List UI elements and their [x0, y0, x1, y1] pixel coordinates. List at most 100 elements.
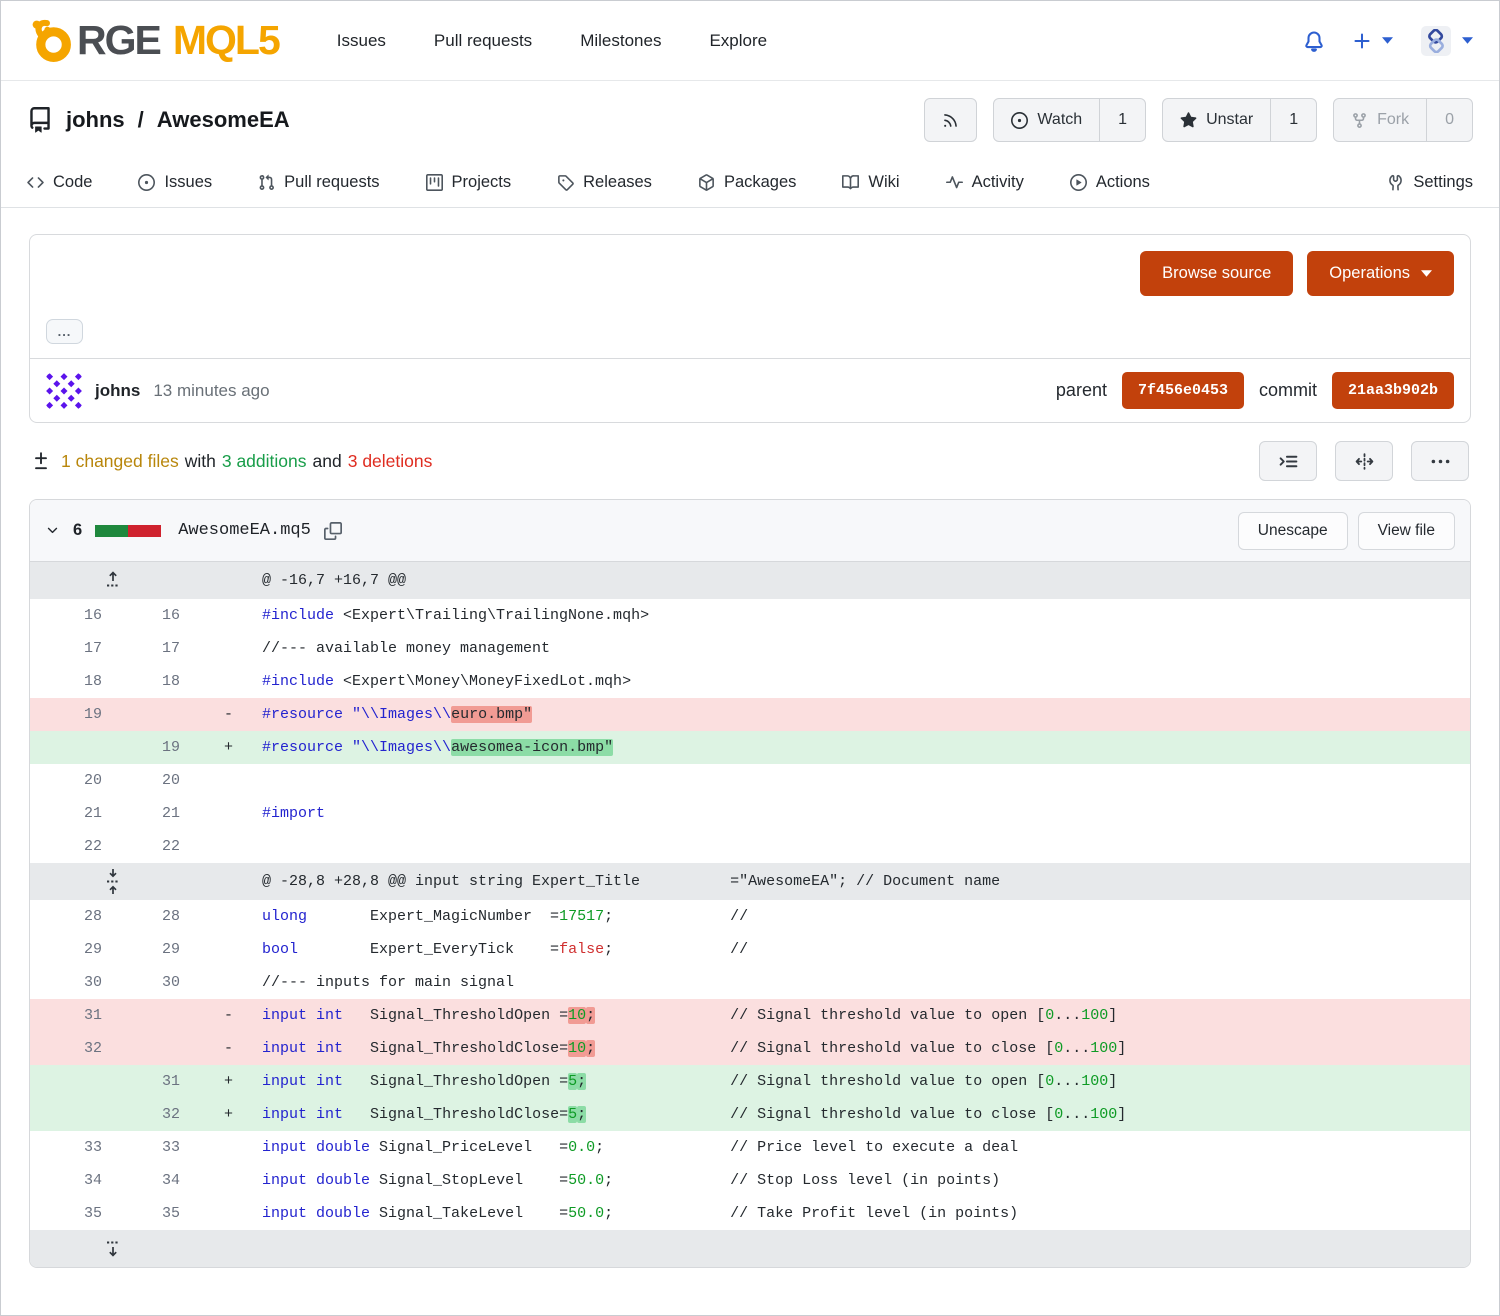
- rss-button[interactable]: [924, 98, 977, 142]
- new-line-number[interactable]: 16: [118, 607, 196, 624]
- repo-name-link[interactable]: AwesomeEA: [157, 107, 290, 133]
- nav-milestones[interactable]: Milestones: [580, 31, 661, 51]
- fork-icon: [1351, 112, 1368, 129]
- new-line-number[interactable]: 17: [118, 640, 196, 657]
- repo-owner-link[interactable]: johns: [66, 107, 125, 133]
- user-avatar[interactable]: [1421, 26, 1451, 56]
- watch-button[interactable]: Watch1: [993, 98, 1146, 142]
- unstar-button-main[interactable]: Unstar: [1163, 99, 1270, 141]
- old-line-number[interactable]: 18: [30, 673, 118, 690]
- rss-button-main[interactable]: [925, 99, 976, 141]
- repo-separator: /: [138, 107, 144, 133]
- file-actions: Unescape View file: [1238, 512, 1455, 550]
- user-menu[interactable]: [1421, 26, 1473, 56]
- watch-button-main[interactable]: Watch: [994, 99, 1099, 141]
- changed-files-link[interactable]: 1 changed files: [61, 451, 179, 472]
- chevron-down-icon: [1421, 270, 1432, 277]
- tab-settings[interactable]: Settings: [1387, 173, 1473, 192]
- fork-button-count[interactable]: 0: [1426, 99, 1472, 141]
- nav-explore[interactable]: Explore: [709, 31, 767, 51]
- kebab-icon: [1431, 452, 1450, 471]
- diff-line: 32+input int Signal_ThresholdClose=5; //…: [30, 1098, 1470, 1131]
- notifications-bell-icon[interactable]: [1303, 30, 1325, 52]
- author-avatar[interactable]: [46, 373, 82, 409]
- diff-view-toggle-button[interactable]: [1335, 441, 1393, 481]
- unstar-button[interactable]: Unstar1: [1162, 98, 1317, 142]
- forge-logo[interactable]: RGE MQL5: [27, 17, 279, 64]
- tab-packages[interactable]: Packages: [698, 173, 796, 192]
- author-name-link[interactable]: johns: [95, 381, 140, 401]
- old-line-number[interactable]: 17: [30, 640, 118, 657]
- code-line: ulong Expert_MagicNumber =17517; //: [242, 908, 1470, 925]
- tab-projects[interactable]: Projects: [426, 173, 512, 192]
- new-line-number[interactable]: 21: [118, 805, 196, 822]
- star-icon: [1180, 112, 1197, 129]
- old-line-number[interactable]: 19: [30, 706, 118, 723]
- old-line-number[interactable]: 32: [30, 1040, 118, 1057]
- old-line-number[interactable]: 34: [30, 1172, 118, 1189]
- new-line-number[interactable]: 20: [118, 772, 196, 789]
- tab-code[interactable]: Code: [27, 173, 92, 192]
- repo-book-icon: [27, 107, 53, 133]
- diff-options-button[interactable]: [1411, 441, 1469, 481]
- tab-wiki[interactable]: Wiki: [842, 173, 899, 192]
- tab-pull-requests[interactable]: Pull requests: [258, 173, 379, 192]
- tab-pull-requests-label: Pull requests: [284, 173, 379, 192]
- old-line-number[interactable]: 21: [30, 805, 118, 822]
- nav-pull-requests[interactable]: Pull requests: [434, 31, 532, 51]
- new-line-number[interactable]: 33: [118, 1139, 196, 1156]
- old-line-number[interactable]: 30: [30, 974, 118, 991]
- old-line-number[interactable]: 20: [30, 772, 118, 789]
- new-line-number[interactable]: 28: [118, 908, 196, 925]
- view-file-button[interactable]: View file: [1358, 512, 1455, 550]
- diff-toolbar: [1259, 441, 1469, 481]
- tab-activity[interactable]: Activity: [946, 173, 1024, 192]
- old-line-number[interactable]: 28: [30, 908, 118, 925]
- unstar-button-count[interactable]: 1: [1270, 99, 1316, 141]
- new-line-number[interactable]: 35: [118, 1205, 196, 1222]
- diff-line: 1717//--- available money management: [30, 632, 1470, 665]
- fork-button-main[interactable]: Fork: [1334, 99, 1426, 141]
- expand-up-button[interactable]: [30, 571, 196, 590]
- collapse-file-chevron-icon[interactable]: [45, 523, 60, 538]
- new-line-number[interactable]: 32: [118, 1106, 196, 1123]
- tab-actions[interactable]: Actions: [1070, 173, 1150, 192]
- new-line-number[interactable]: 18: [118, 673, 196, 690]
- expand-updown-button[interactable]: [30, 868, 196, 895]
- new-line-number[interactable]: 22: [118, 838, 196, 855]
- nav-issues[interactable]: Issues: [337, 31, 386, 51]
- code-line: #resource "\\Images\\euro.bmp": [242, 706, 1470, 723]
- operations-button[interactable]: Operations: [1307, 251, 1454, 296]
- diff-line: 3535input double Signal_TakeLevel =50.0;…: [30, 1197, 1470, 1230]
- copy-file-name-icon[interactable]: [324, 522, 342, 540]
- old-line-number[interactable]: 16: [30, 607, 118, 624]
- code-line: input int Signal_ThresholdOpen =10; // S…: [242, 1007, 1470, 1024]
- create-new-button[interactable]: [1353, 32, 1393, 50]
- parent-hash-button[interactable]: 7f456e0453: [1122, 372, 1244, 409]
- old-line-number[interactable]: 22: [30, 838, 118, 855]
- new-line-number[interactable]: 19: [118, 739, 196, 756]
- old-line-number[interactable]: 33: [30, 1139, 118, 1156]
- old-line-number[interactable]: 29: [30, 941, 118, 958]
- code-icon: [27, 174, 44, 191]
- tab-issues[interactable]: Issues: [138, 173, 212, 192]
- new-line-number[interactable]: 30: [118, 974, 196, 991]
- code-line: #import: [242, 805, 1470, 822]
- new-line-number[interactable]: 34: [118, 1172, 196, 1189]
- expand-down-button[interactable]: [30, 1239, 196, 1258]
- new-line-number[interactable]: 31: [118, 1073, 196, 1090]
- whitespace-button[interactable]: [1259, 441, 1317, 481]
- expand-commit-message-button[interactable]: ...: [46, 319, 83, 344]
- watch-button-count[interactable]: 1: [1099, 99, 1145, 141]
- new-line-number[interactable]: 29: [118, 941, 196, 958]
- commit-hash-button[interactable]: 21aa3b902b: [1332, 372, 1454, 409]
- unescape-button[interactable]: Unescape: [1238, 512, 1348, 550]
- diff-marker: +: [196, 1106, 242, 1123]
- file-name-link[interactable]: AwesomeEA.mq5: [178, 521, 311, 540]
- old-line-number[interactable]: 31: [30, 1007, 118, 1024]
- chevron-down-icon: [1382, 37, 1393, 44]
- fork-button[interactable]: Fork0: [1333, 98, 1473, 142]
- tab-releases[interactable]: Releases: [557, 173, 652, 192]
- old-line-number[interactable]: 35: [30, 1205, 118, 1222]
- browse-source-button[interactable]: Browse source: [1140, 251, 1293, 296]
